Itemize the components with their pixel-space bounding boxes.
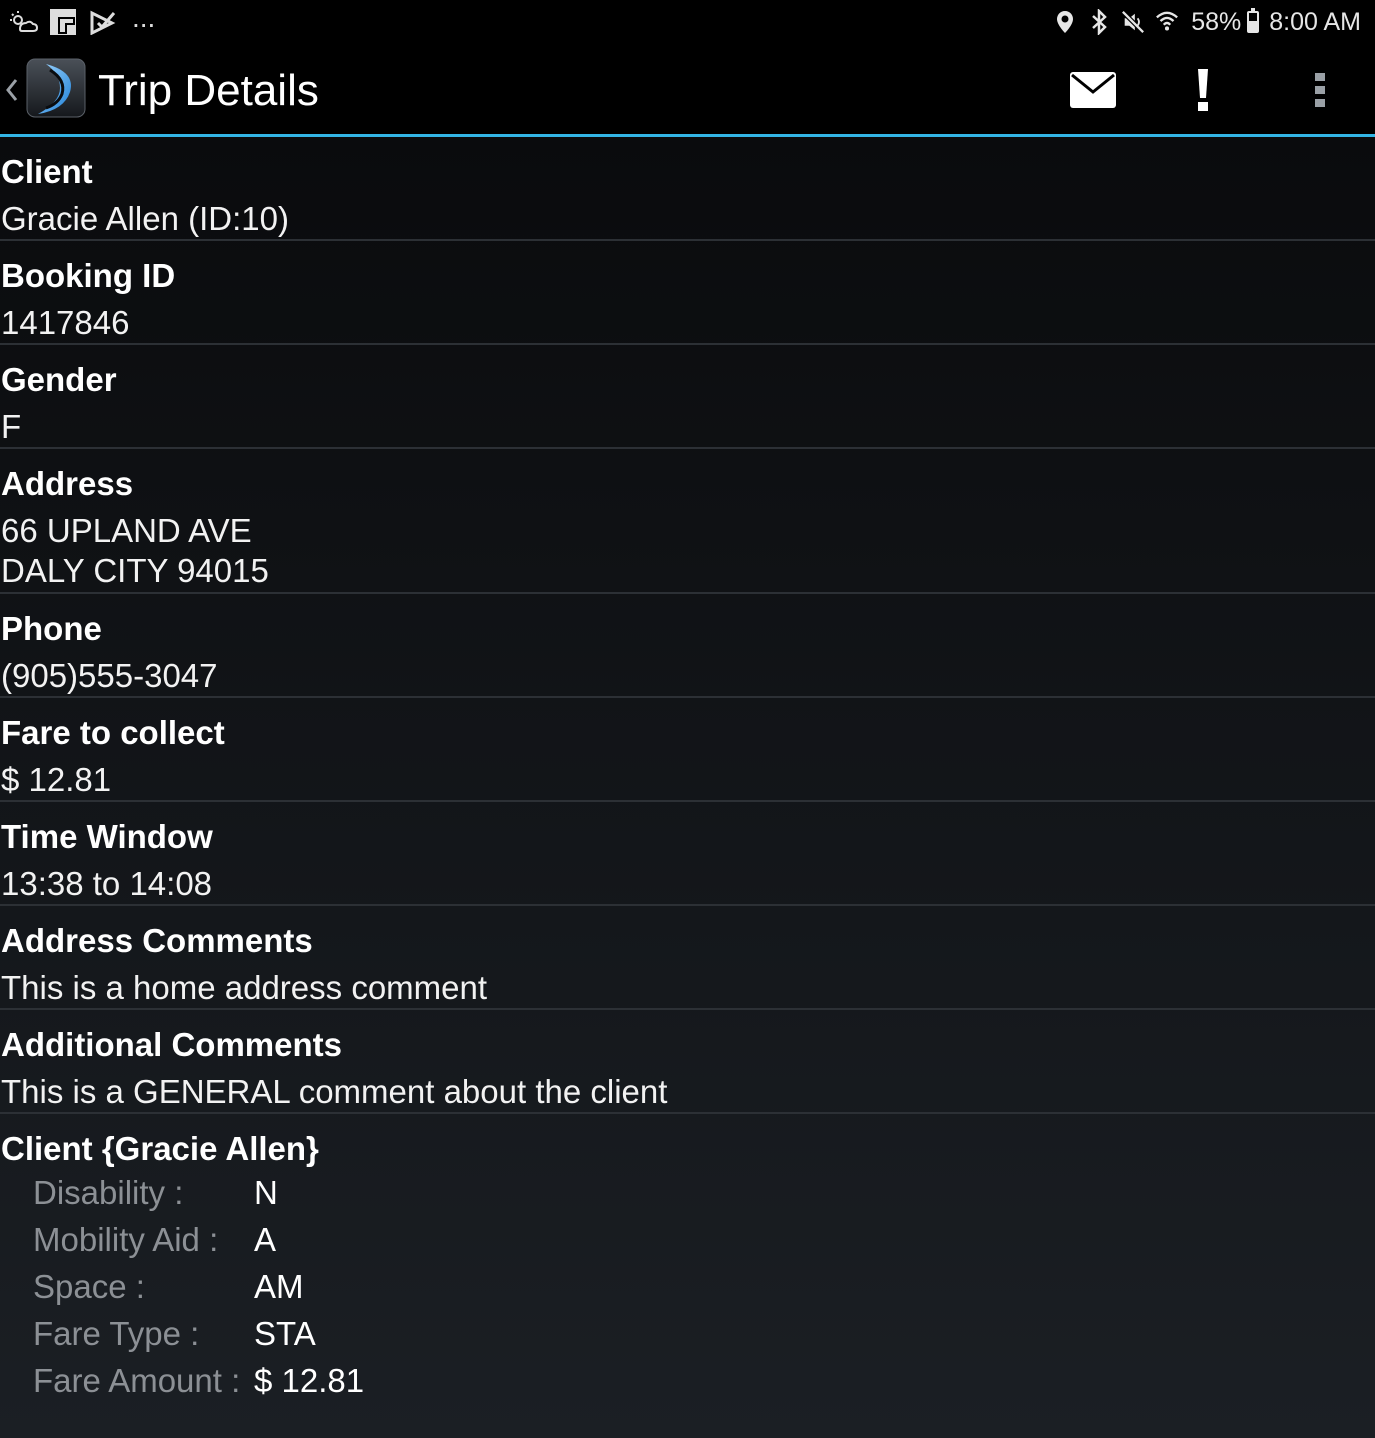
detail-value: This is a GENERAL comment about the clie… <box>1 1073 668 1110</box>
detail-label: Address Comments <box>1 922 313 959</box>
trip-details-list[interactable]: Client Gracie Allen (ID:10) Booking ID 1… <box>0 137 1375 1438</box>
location-icon <box>1053 8 1077 36</box>
detail-label: Gender <box>1 361 117 398</box>
address-line-2: DALY CITY 94015 <box>1 552 269 589</box>
detail-value: Gracie Allen (ID:10) <box>1 200 289 237</box>
detail-label: Booking ID <box>1 257 176 294</box>
action-bar: Trip Details <box>0 44 1375 137</box>
summary-field-disability: Disability : N <box>33 1169 1375 1216</box>
more-notifications: ... <box>132 2 156 33</box>
detail-row-client: Client Gracie Allen (ID:10) <box>0 137 1375 241</box>
address-line-1: 66 UPLAND AVE <box>1 512 252 549</box>
client-summary-title: Client {Gracie Allen} <box>1 1130 319 1167</box>
page-title: Trip Details <box>98 66 319 115</box>
detail-row-phone: Phone (905)555-3047 <box>0 594 1375 698</box>
detail-label: Phone <box>1 610 102 647</box>
detail-row-fare-to-collect: Fare to collect $ 12.81 <box>0 698 1375 802</box>
bluetooth-icon <box>1087 8 1111 36</box>
summary-field-fare-amount: Fare Amount : $ 12.81 <box>33 1357 1375 1404</box>
detail-row-time-window: Time Window 13:38 to 14:08 <box>0 802 1375 906</box>
summary-value: AM <box>254 1268 304 1305</box>
detail-label: Client <box>1 153 93 190</box>
back-caret-icon[interactable] <box>4 72 20 108</box>
detail-label: Additional Comments <box>1 1026 343 1063</box>
detail-row-address-comments: Address Comments This is a home address … <box>0 906 1375 1010</box>
detail-row-additional-comments: Additional Comments This is a GENERAL co… <box>0 1010 1375 1114</box>
summary-field-mobility-aid: Mobility Aid : A <box>33 1216 1375 1263</box>
detail-row-booking-id: Booking ID 1417846 <box>0 241 1375 345</box>
detail-row-gender: Gender F <box>0 345 1375 449</box>
detail-value: This is a home address comment <box>1 969 488 1006</box>
summary-field-fare-type: Fare Type : STA <box>33 1310 1375 1357</box>
detail-value: 1417846 <box>1 304 130 341</box>
detail-value: 13:38 to 14:08 <box>1 865 213 902</box>
summary-key: Space : <box>33 1268 145 1305</box>
client-summary: Client {Gracie Allen} Disability : N Mob… <box>0 1114 1375 1404</box>
summary-key: Mobility Aid : <box>33 1221 219 1258</box>
summary-key: Fare Type : <box>33 1315 200 1352</box>
detail-label: Time Window <box>1 818 213 855</box>
battery-icon <box>1247 8 1260 33</box>
battery-percent: 58% <box>1191 7 1242 36</box>
weather-icon <box>8 7 38 37</box>
summary-value: A <box>254 1221 277 1258</box>
alert-icon <box>1198 69 1208 111</box>
alert-button[interactable] <box>1171 60 1235 120</box>
mail-icon <box>1070 72 1116 108</box>
detail-value: F <box>1 408 22 445</box>
summary-key: Fare Amount : <box>33 1362 241 1399</box>
mail-button[interactable] <box>1061 60 1125 120</box>
system-icons: 58% 8:00 AM <box>1053 4 1361 40</box>
app-logo-icon[interactable] <box>26 58 86 118</box>
checkmark-app-icon <box>88 7 118 37</box>
detail-value: $ 12.81 <box>1 761 112 798</box>
overflow-menu-icon <box>1315 73 1325 107</box>
detail-row-address: Address 66 UPLAND AVE DALY CITY 94015 <box>0 449 1375 594</box>
mute-icon <box>1121 8 1146 36</box>
notification-icons: ... <box>8 2 156 38</box>
summary-value: N <box>254 1174 278 1211</box>
summary-field-space: Space : AM <box>33 1263 1375 1310</box>
summary-value: $ 12.81 <box>254 1362 365 1399</box>
flipboard-icon <box>48 7 78 37</box>
wifi-icon <box>1155 8 1179 36</box>
detail-label: Fare to collect <box>1 714 225 751</box>
summary-value: STA <box>254 1315 316 1352</box>
clock: 8:00 AM <box>1269 7 1361 36</box>
status-bar: ... 58% 8:00 AM <box>0 0 1375 44</box>
overflow-menu-button[interactable] <box>1288 60 1352 120</box>
summary-key: Disability : <box>33 1174 184 1211</box>
detail-label: Address <box>1 465 134 502</box>
detail-value: (905)555-3047 <box>1 657 218 694</box>
